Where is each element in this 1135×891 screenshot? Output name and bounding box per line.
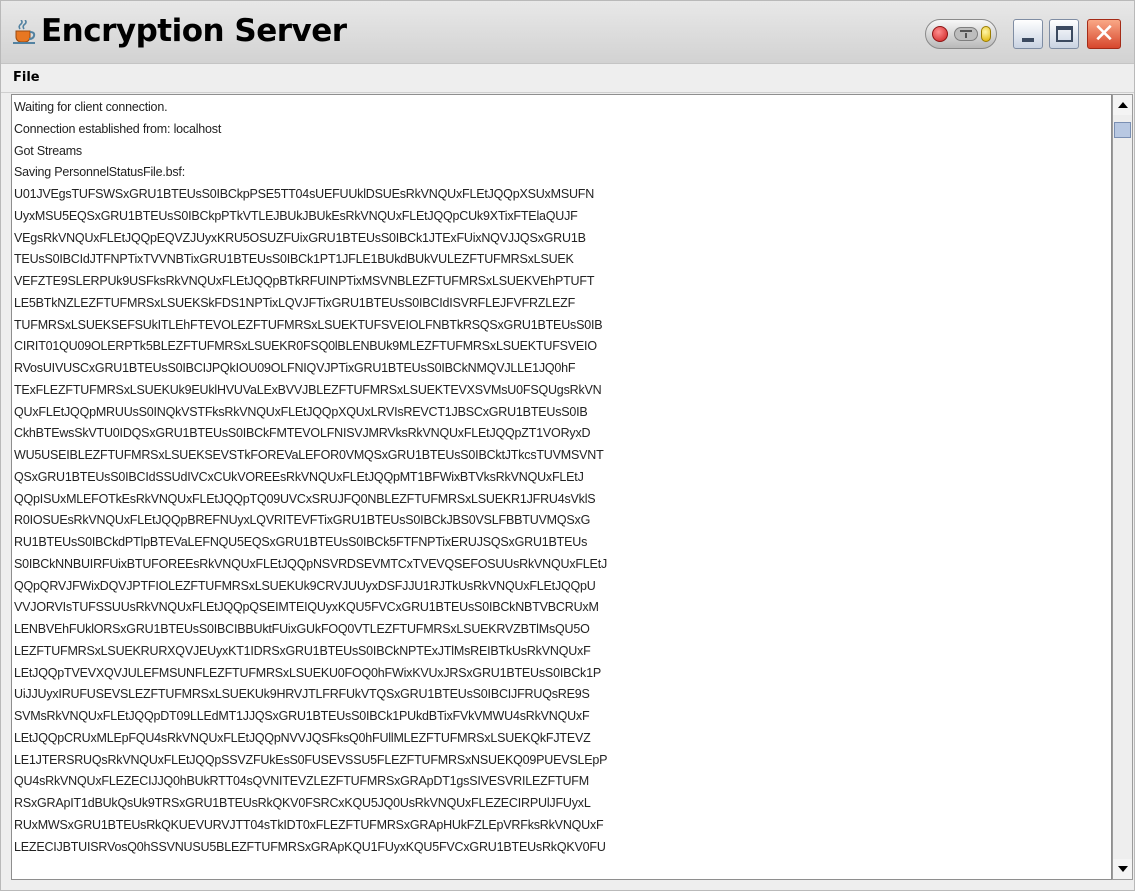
log-line: RVosUIVUSCxGRU1BTEUsS0IBCIJPQkIOU09OLFNI…: [14, 361, 576, 375]
window-bottom-edge: [1, 880, 1134, 890]
scroll-thumb[interactable]: [1114, 122, 1131, 138]
options-icon: [954, 27, 978, 41]
log-line: TEUsS0IBCIdJTFNPTixTVVNBTixGRU1BTEUsS0IB…: [14, 252, 574, 267]
log-line: WU5USEIBLEZFTUFMRSxLSUEKSEVSTkFOREVaLEFO…: [14, 448, 604, 462]
log-line: R0IOSUEsRkVNQUxFLEtJQQpBREFNUyxLQVRITEVF…: [14, 513, 591, 528]
menu-bar: File: [1, 64, 1134, 93]
log-line: UyxMSU5EQSxGRU1BTEUsS0IBCkpPTkVTLEJBUkJB…: [14, 208, 578, 223]
log-line: VVJORVIsTUFSSUUsRkVNQUxFLEtJQQpQSEIMTEIQ…: [14, 600, 599, 615]
log-line: QSxGRU1BTEUsS0IBCIdSSUdIVCxCUkVOREEsRkVN…: [14, 469, 584, 484]
java-cup-icon: [11, 19, 37, 44]
log-line: Saving PersonnelStatusFile.bsf:: [14, 165, 185, 180]
log-line: Waiting for client connection.: [14, 100, 168, 114]
log-line: QU4sRkVNQUxFLEZECIJJQ0hBUkRTT04sQVNITEVZ…: [14, 774, 589, 789]
log-line: U01JVEgsTUFSWSxGRU1BTEUsS0IBCkpPSE5TT04s…: [14, 187, 595, 201]
app-window: Encryption Server ✕ File Waiting for cli…: [0, 0, 1135, 891]
maximize-icon: [1056, 26, 1073, 42]
log-line: LEZECIJBTUISRVosQ0hSSVNUSU5BLEZFTUFMRSxG…: [14, 839, 606, 854]
log-line: LEtJQQpCRUxMLEpFQU4sRkVNQUxFLEtJQQpNVVJQ…: [14, 730, 591, 745]
log-line: RSxGRApIT1dBUkQsUk9TRSxGRU1BTEUsRkQKV0FS…: [14, 796, 591, 810]
log-line: CkhBTEwsSkVTU0IDQSxGRU1BTEUsS0IBCkFMTEVO…: [14, 426, 591, 441]
log-line: UiJJUyxIRUFUSEVSLEZFTUFMRSxLSUEKUk9HRVJT…: [14, 687, 590, 702]
menu-file[interactable]: File: [13, 70, 40, 85]
close-icon: ✕: [1093, 19, 1115, 49]
log-line: SVMsRkVNQUxFLEtJQQpDT09LLEdMT1JJQSxGRU1B…: [14, 709, 590, 723]
window-title: Encryption Server: [41, 13, 347, 49]
close-button[interactable]: ✕: [1087, 19, 1121, 49]
log-line: QQpQRVJFWixDQVJPTFIOLEZFTUFMRSxLSUEKUk9C…: [14, 578, 596, 593]
log-line: QQpISUxMLEFOTkEsRkVNQUxFLEtJQQpTQ09UVCxS…: [14, 491, 596, 506]
vertical-scrollbar[interactable]: [1112, 94, 1133, 880]
log-line: QUxFLEtJQQpMRUUsS0INQkVSTFksRkVNQUxFLEtJ…: [14, 404, 588, 419]
log-line: LENBVEhFUklORSxGRU1BTEUsS0IBCIBBUktFUixG…: [14, 622, 590, 636]
log-line: RUxMWSxGRU1BTEUsRkQKUEVURVJTT04sTkIDT0xF…: [14, 817, 604, 832]
log-line: VEgsRkVNQUxFLEtJQQpEQVZJUyxKRU5OSUZFUixG…: [14, 230, 586, 245]
record-icon: [932, 26, 948, 42]
minimize-icon: [1022, 38, 1034, 42]
log-line: TExFLEZFTUFMRSxLSUEKUk9EUklHVUVaLExBVVJB…: [14, 382, 602, 397]
minimize-button[interactable]: [1013, 19, 1043, 49]
maximize-button[interactable]: [1049, 19, 1079, 49]
log-line: RU1BTEUsS0IBCkdPTlpBTEVaLEFNQU5EQSxGRU1B…: [14, 535, 588, 549]
log-line: S0IBCkNNBUIRFUixBTUFOREEsRkVNQUxFLEtJQQp…: [14, 556, 608, 571]
log-line: LEZFTUFMRSxLSUEKRURXQVJEUyxKT1IDRSxGRU1B…: [14, 643, 591, 658]
window-options-pill[interactable]: [925, 19, 997, 49]
log-line: Got Streams: [14, 143, 82, 158]
log-lines: Waiting for client connection. Connection…: [14, 97, 1108, 858]
log-line: LE5BTkNZLEZFTUFMRSxLSUEKSkFDS1NPTixLQVJF…: [14, 295, 576, 310]
log-line: LEtJQQpTVEVXQVJULEFMSUNFLEZFTUFMRSxLSUEK…: [14, 665, 601, 680]
log-line: Connection established from: localhost: [14, 121, 222, 136]
scroll-down-arrow-icon[interactable]: [1113, 859, 1132, 879]
log-line: LE1JTERSRUQsRkVNQUxFLEtJQQpSSVZFUkEsS0FU…: [14, 752, 608, 767]
log-line: CIRIT01QU09OLERPTk5BLEZFTUFMRSxLSUEKR0FS…: [14, 339, 597, 354]
log-line: TUFMRSxLSUEKSEFSUkITLEhFTEVOLEZFTUFMRSxL…: [14, 317, 603, 332]
log-line: VEFZTE9SLERPUk9USFksRkVNQUxFLEtJQQpBTkRF…: [14, 274, 595, 288]
log-text-area[interactable]: Waiting for client connection. Connection…: [11, 94, 1112, 880]
yellow-dot-icon: [981, 26, 991, 42]
title-bar[interactable]: Encryption Server ✕: [1, 1, 1134, 64]
scroll-up-arrow-icon[interactable]: [1113, 95, 1132, 115]
